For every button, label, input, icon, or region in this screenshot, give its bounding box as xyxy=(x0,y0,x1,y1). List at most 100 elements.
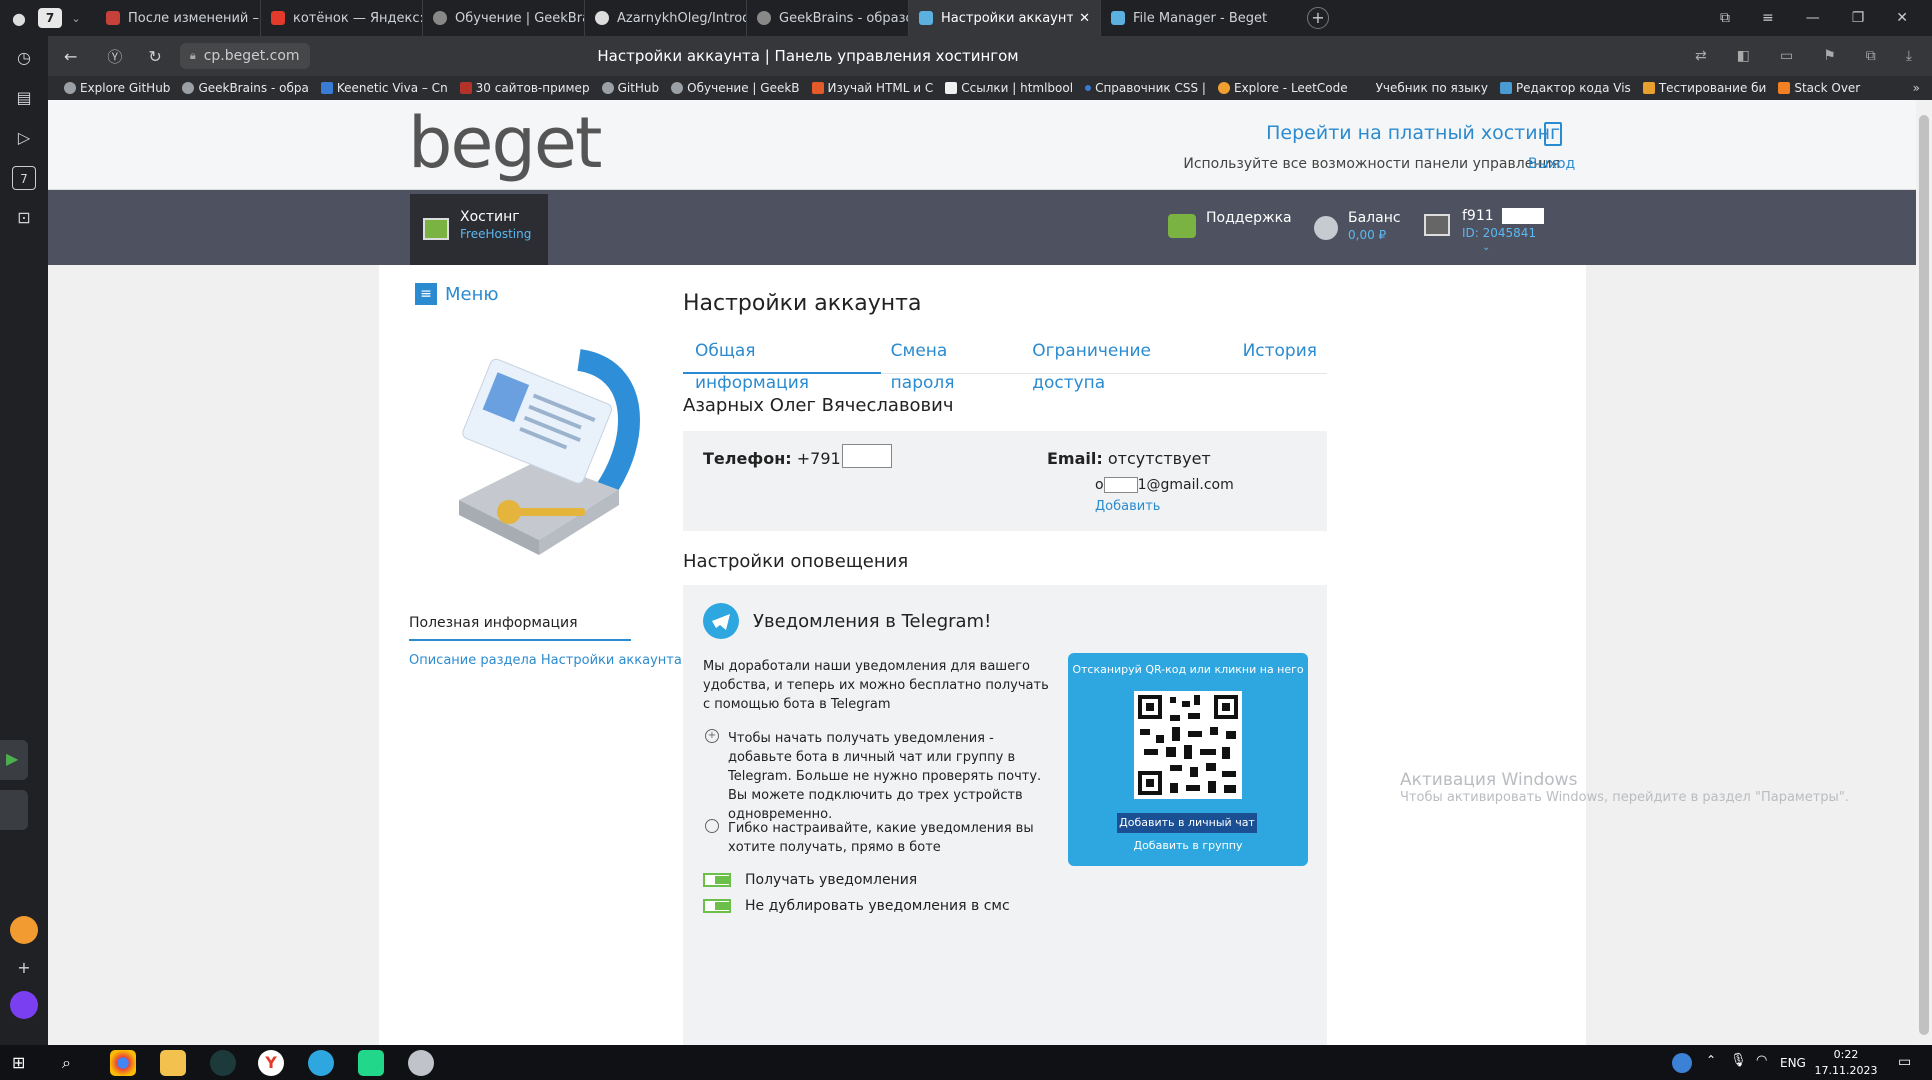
tab-2[interactable]: котёнок — Яндекс: нашло xyxy=(261,0,423,36)
back-icon[interactable]: ← xyxy=(64,47,77,66)
network-icon[interactable]: ◠ xyxy=(1756,1053,1767,1068)
chevron-right-icon[interactable]: » xyxy=(1913,81,1920,95)
tab-4[interactable]: AzarnykhOleg/Introductio xyxy=(585,0,747,36)
bookmark-item[interactable]: 30 сайтов-пример xyxy=(454,81,596,95)
bookmark-item[interactable]: Обучение | GeekB xyxy=(665,81,805,95)
tab-count-badge[interactable]: 7 xyxy=(38,8,62,28)
menu-icon[interactable]: ≡ xyxy=(1762,10,1774,26)
profile-icon[interactable]: ● xyxy=(0,0,38,36)
app-icon[interactable] xyxy=(210,1050,236,1076)
telegram-point-2: Гибко настраивайте, какие уведомления вы… xyxy=(728,821,1034,855)
bookmark-item[interactable]: GitHub xyxy=(596,81,666,95)
beget-logo[interactable]: beget xyxy=(408,102,602,184)
file-explorer-icon[interactable] xyxy=(160,1050,186,1076)
telegram-title: Уведомления в Telegram! xyxy=(753,611,992,632)
tab-5[interactable]: GeekBrains - образовател xyxy=(747,0,909,36)
tab-bar: ● 7 ⌄ После изменений – Слова котёнок — … xyxy=(0,0,1932,36)
user-menu[interactable]: f911 ID: 2045841 ⌄ xyxy=(1424,208,1574,262)
yandex-icon[interactable]: Ⓨ xyxy=(107,46,122,67)
clock-time[interactable]: 0:22 xyxy=(1816,1048,1876,1061)
tab-1[interactable]: После изменений – Слова xyxy=(96,0,261,36)
alice-icon[interactable] xyxy=(10,991,38,1019)
add-private-chat-button[interactable]: Добавить в личный чат xyxy=(1117,813,1257,833)
minimize-icon[interactable]: — xyxy=(1806,10,1820,26)
bookmark-item[interactable]: Stack Over xyxy=(1772,81,1866,95)
history-icon[interactable]: ◷ xyxy=(12,46,36,70)
reader-icon[interactable]: ▭ xyxy=(1780,48,1793,64)
microphone-icon[interactable]: 🎙︎ xyxy=(1730,1053,1747,1068)
download-icon[interactable]: ⤓ xyxy=(1906,48,1912,64)
calendar-icon[interactable]: 7 xyxy=(12,166,36,190)
extension-icon[interactable]: ◧ xyxy=(1737,48,1750,64)
yandex-browser-icon[interactable]: Y xyxy=(258,1050,284,1076)
toggle-switch[interactable] xyxy=(703,899,731,913)
tab-history[interactable]: История xyxy=(1233,335,1327,374)
pycharm-icon[interactable] xyxy=(358,1050,384,1076)
bookmark-item[interactable]: Редактор кода Vis xyxy=(1494,81,1637,95)
bookmark-item[interactable]: Explore GitHub xyxy=(58,81,176,95)
translate-icon[interactable]: ⇄ xyxy=(1695,48,1707,64)
add-icon[interactable]: + xyxy=(12,956,36,980)
hosting-plan: FreeHosting xyxy=(460,227,532,241)
notifications-icon[interactable]: ▭ xyxy=(1898,1054,1911,1070)
support-menu[interactable]: Поддержка xyxy=(1168,210,1318,250)
coins-icon xyxy=(1314,216,1338,240)
add-email-link[interactable]: Добавить xyxy=(1095,499,1160,514)
tab-7[interactable]: File Manager - Beget xyxy=(1101,0,1293,36)
collections-icon[interactable]: ⧉ xyxy=(1866,48,1876,64)
promo-link[interactable]: Перейти на платный хостинг xyxy=(1248,122,1560,144)
chrome-icon[interactable] xyxy=(110,1050,136,1076)
apple-icon[interactable] xyxy=(0,790,28,830)
bookmark-item[interactable]: Keenetic Viva – Cn xyxy=(315,81,454,95)
hosting-menu[interactable]: Хостинг FreeHosting xyxy=(410,194,548,265)
logout-link[interactable]: Выход xyxy=(1528,156,1575,172)
balance-menu[interactable]: Баланс 0,00 ₽ xyxy=(1314,210,1434,250)
scrollbar-thumb[interactable] xyxy=(1919,115,1929,1035)
useful-info-link[interactable]: Описание раздела Настройки аккаунта xyxy=(409,653,682,668)
language-indicator[interactable]: ENG xyxy=(1780,1056,1806,1070)
bookmark-item[interactable]: Explore - LeetCode xyxy=(1212,81,1354,95)
window-close-icon[interactable]: ✕ xyxy=(1896,10,1908,26)
bookmark-item[interactable]: Учебник по языку xyxy=(1354,81,1494,95)
add-group-button[interactable]: Добавить в группу xyxy=(1068,839,1308,852)
chevron-up-icon[interactable]: ⌃ xyxy=(1706,1053,1716,1067)
bookmark-icon[interactable]: ⚑ xyxy=(1823,48,1836,64)
qr-code[interactable] xyxy=(1134,691,1242,799)
favicon xyxy=(106,11,120,25)
play-icon[interactable]: ▷ xyxy=(12,126,36,150)
tab-change-password[interactable]: Смена пароля xyxy=(881,335,1023,393)
restore-icon[interactable]: ❐ xyxy=(1852,10,1865,26)
google-play-icon[interactable]: ▶ xyxy=(0,740,28,780)
bookmark-item[interactable]: Ссылки | htmlbool xyxy=(939,81,1079,95)
toggle-switch[interactable] xyxy=(703,873,731,887)
reload-icon[interactable]: ↻ xyxy=(148,47,161,66)
receive-notifications-toggle[interactable]: Получать уведомления xyxy=(703,872,917,888)
chevron-down-icon[interactable]: ⌄ xyxy=(62,12,90,25)
app-icon[interactable] xyxy=(408,1050,434,1076)
app-icon[interactable] xyxy=(10,916,38,944)
clock-date[interactable]: 17.11.2023 xyxy=(1808,1064,1884,1077)
bookmark-item[interactable]: Справочник CSS | xyxy=(1079,81,1212,95)
no-sms-duplicate-toggle[interactable]: Не дублировать уведомления в смс xyxy=(703,898,1010,914)
tab-access-restriction[interactable]: Ограничение доступа xyxy=(1022,335,1232,393)
qr-card[interactable]: Отсканируй QR-код или кликни на него Доб… xyxy=(1068,653,1308,866)
search-icon[interactable]: ⌕ xyxy=(62,1053,71,1073)
bookmark-item[interactable]: GeekBrains - обра xyxy=(176,81,314,95)
logout-icon[interactable] xyxy=(1544,122,1562,146)
tab-3[interactable]: Обучение | GeekBrains - о xyxy=(423,0,585,36)
bookmark-item[interactable]: Изучай HTML и C xyxy=(806,81,940,95)
bookmark-item[interactable]: Тестирование би xyxy=(1637,81,1773,95)
tab-general-info[interactable]: Общая информация xyxy=(683,335,881,393)
help-icon[interactable] xyxy=(1672,1053,1692,1073)
beget-icon xyxy=(919,11,933,25)
book-icon xyxy=(1360,82,1372,94)
telegram-icon[interactable] xyxy=(308,1050,334,1076)
close-icon[interactable]: ✕ xyxy=(1079,11,1090,26)
screenshot-icon[interactable]: ⊡ xyxy=(12,206,36,230)
menu-button[interactable]: ≡ Меню xyxy=(415,283,499,305)
windows-start-icon[interactable]: ⊞ xyxy=(12,1054,30,1072)
new-tab-icon[interactable]: + xyxy=(1307,7,1329,29)
notes-icon[interactable]: ▤ xyxy=(12,86,36,110)
collections-icon[interactable]: ⧉ xyxy=(1720,10,1730,26)
tab-6-active[interactable]: Настройки аккаунта | П ✕ xyxy=(909,0,1101,36)
